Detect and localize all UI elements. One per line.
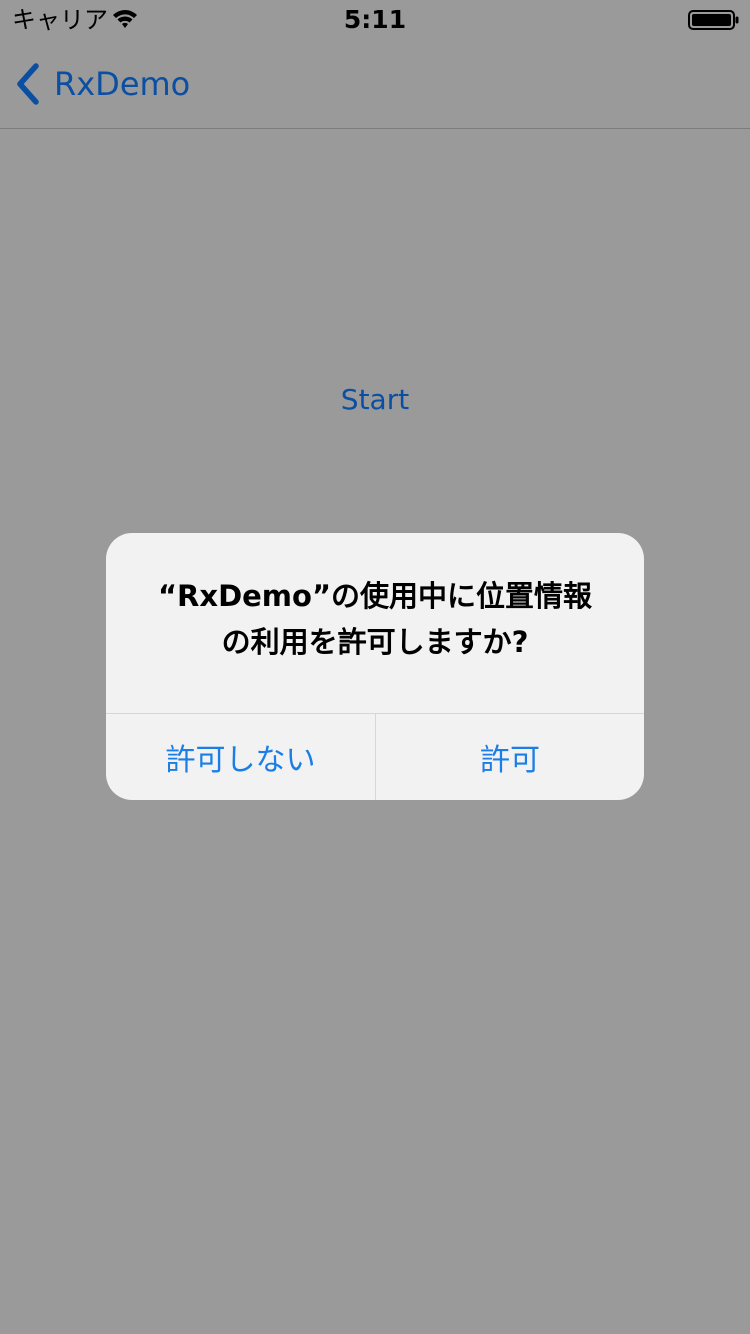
back-button[interactable]: RxDemo [14,60,190,108]
status-time: 5:11 [343,5,407,34]
alert-message: “RxDemo”の使用中に位置情報 の利用を許可しますか? [136,573,614,665]
alert-message-line-1: “RxDemo”の使用中に位置情報 [157,579,593,613]
location-permission-alert: “RxDemo”の使用中に位置情報 の利用を許可しますか? 許可しない 許可 [106,533,644,800]
allow-button[interactable]: 許可 [376,714,644,800]
alert-message-line-2: の利用を許可しますか? [221,625,529,659]
status-bar: キャリア 5:11 [0,0,750,40]
battery-icon [688,10,739,30]
back-button-label: RxDemo [54,65,191,103]
navigation-bar: RxDemo [0,40,750,129]
deny-button[interactable]: 許可しない [106,714,375,800]
start-button[interactable]: Start [0,380,750,420]
chevron-left-icon [17,63,39,105]
